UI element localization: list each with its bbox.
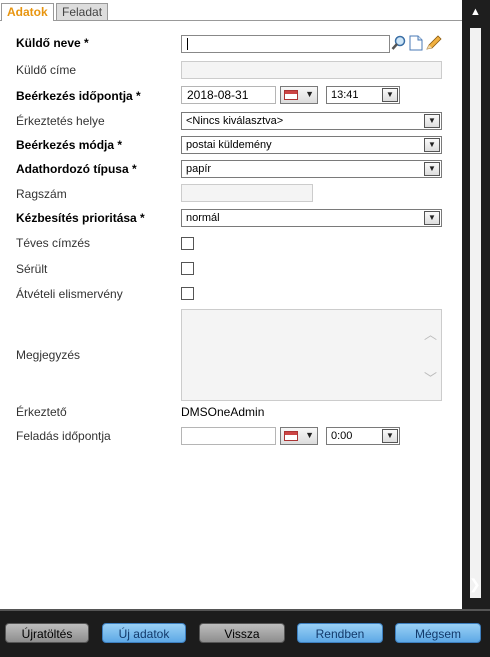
tab-adatok[interactable]: Adatok [1,3,54,21]
ragszam-input[interactable] [181,184,313,202]
beerkezes-time-select[interactable]: 13:41 ▼ [326,86,400,104]
beerkezes-modja-value: postai küldemény [186,139,272,151]
megjegyzes-label: Megjegyzés [16,348,81,362]
tab-feladat[interactable]: Feladat [56,3,109,20]
new-data-button[interactable]: Új adatok [102,623,186,643]
chevron-up-icon[interactable]: ︿ [424,324,437,343]
calendar-icon [284,431,298,441]
feladas-time-select[interactable]: 0:00 ▼ [326,427,400,445]
serult-checkbox[interactable] [181,262,194,275]
chevron-down-icon: ▼ [382,429,398,443]
kezbesites-prioritasa-select[interactable]: normál ▼ [181,209,442,227]
document-icon[interactable] [409,35,423,51]
erkeztetes-helye-label: Érkeztetés helye [16,114,105,128]
back-button[interactable]: Vissza [199,623,285,643]
pencil-icon[interactable] [425,35,442,51]
kuldo-neve-input[interactable] [181,35,390,53]
serult-label: Sérült [16,262,48,276]
beerkezes-calendar-button[interactable]: ▼ [280,86,318,104]
feladas-calendar-button[interactable]: ▼ [280,427,318,445]
beerkezes-time-value: 13:41 [331,89,359,101]
beerkezes-modja-label: Beérkezés módja * [16,138,123,152]
chevron-down-icon[interactable]: ﹀ [424,368,437,387]
atveteli-elismerveny-checkbox[interactable] [181,287,194,300]
footer-bar: Újratöltés Új adatok Vissza Rendben Mégs… [0,609,490,657]
kuldo-cime-label: Küldő címe [16,63,77,77]
reload-button[interactable]: Újratöltés [5,623,89,643]
teves-cimzes-label: Téves címzés [16,236,91,250]
beerkezes-modja-select[interactable]: postai küldemény ▼ [181,136,442,154]
kuldo-neve-label: Küldő neve * [16,36,89,50]
chevron-down-icon: ▼ [382,88,398,102]
form-area: Küldő neve * Küldő címe Beérkezés időpon… [0,21,462,609]
ragszam-label: Ragszám [16,187,67,201]
kuldo-cime-input[interactable] [181,61,442,79]
adathordozo-tipusa-label: Adathordozó típusa * [16,162,137,176]
megjegyzes-textarea[interactable]: ︿ ﹀ [181,309,442,401]
erkeztetes-helye-select[interactable]: <Nincs kiválasztva> ▼ [181,112,442,130]
chevron-down-icon: ▼ [424,162,440,176]
scrollbar-thumb[interactable] [470,28,481,598]
vertical-scrollbar[interactable]: ▲ ❯ [462,0,490,609]
tab-bar: Adatok Feladat [0,0,462,21]
kezbesites-prioritasa-value: normál [186,212,220,224]
cancel-button[interactable]: Mégsem [395,623,481,643]
adathordozo-tipusa-value: papír [186,163,212,175]
erkezteto-value: DMSOneAdmin [181,405,265,419]
chevron-down-icon: ▼ [305,89,314,99]
scroll-up-icon[interactable]: ▲ [470,6,481,18]
kezbesites-prioritasa-label: Kézbesítés prioritása * [16,211,145,225]
chevron-down-icon: ▼ [424,138,440,152]
search-icon[interactable] [391,35,407,51]
feladas-idopontja-label: Feladás időpontja [16,429,111,443]
erkezteto-label: Érkeztető [16,405,67,419]
erkeztetes-helye-value: <Nincs kiválasztva> [186,115,284,127]
calendar-icon [284,90,298,100]
chevron-down-icon: ▼ [305,430,314,440]
beerkezes-idopontja-label: Beérkezés időpontja * [16,89,141,103]
teves-cimzes-checkbox[interactable] [181,237,194,250]
adathordozo-tipusa-select[interactable]: papír ▼ [181,160,442,178]
feladas-date-input[interactable] [181,427,276,445]
beerkezes-date-input[interactable]: 2018-08-31 [181,86,276,104]
ok-button[interactable]: Rendben [297,623,383,643]
chevron-down-icon: ▼ [424,114,440,128]
atveteli-elismerveny-label: Átvételi elismervény [16,287,123,301]
scroll-down-icon[interactable]: ❯ [469,576,481,593]
chevron-down-icon: ▼ [424,211,440,225]
feladas-time-value: 0:00 [331,430,353,442]
